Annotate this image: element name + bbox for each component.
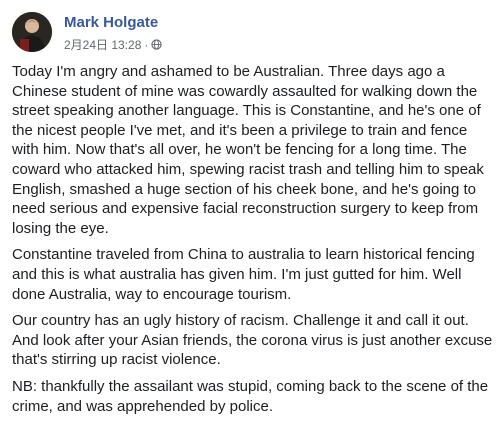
post-paragraph: Our country has an ugly history of racis…	[12, 312, 493, 369]
post-paragraph: NB: thankfully the assailant was stupid,…	[12, 377, 489, 415]
author-name[interactable]: Mark Holgate	[64, 14, 158, 31]
meta-separator: ·	[144, 37, 149, 52]
post-body: Today I'm angry and ashamed to be Austra…	[12, 62, 496, 423]
post-meta: 2月24日 13:28 ·	[64, 36, 163, 53]
globe-icon[interactable]	[151, 39, 163, 50]
author-avatar[interactable]	[12, 12, 52, 52]
post-header: Mark Holgate 2月24日 13:28 ·	[12, 10, 492, 54]
post-paragraph: Constantine traveled from China to austr…	[12, 246, 475, 303]
post-timestamp[interactable]: 2月24日 13:28	[64, 36, 141, 53]
facebook-post: Mark Holgate 2月24日 13:28 · Today I'm ang…	[0, 0, 503, 432]
post-paragraph: Today I'm angry and ashamed to be Austra…	[12, 63, 484, 237]
